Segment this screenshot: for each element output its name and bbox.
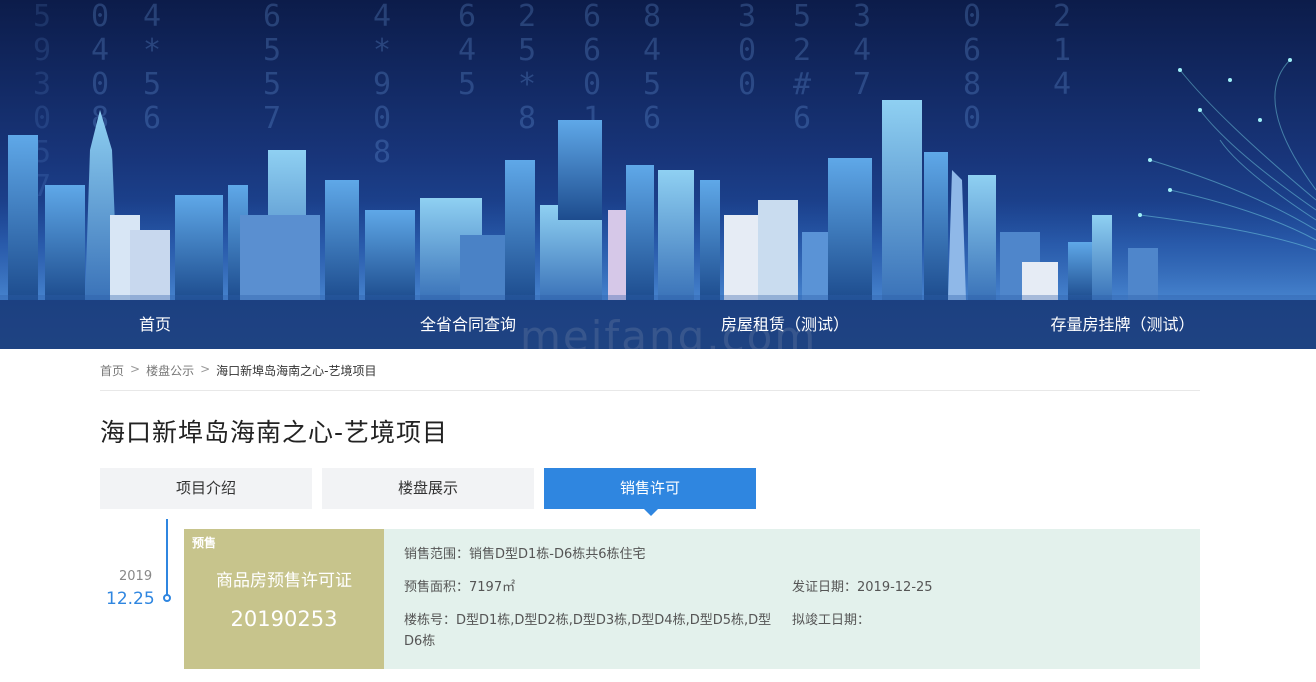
tab-property-display[interactable]: 楼盘展示 [322, 468, 534, 509]
breadcrumb-current: 海口新埠岛海南之心-艺境项目 [216, 364, 377, 378]
timeline-date: 12.25 [106, 589, 155, 609]
main-nav: 首页 全省合同查询 房屋租赁（测试） 存量房挂牌（测试） [0, 300, 1316, 349]
breadcrumb: 首页 > 楼盘公示 > 海口新埠岛海南之心-艺境项目 [100, 362, 377, 379]
breadcrumb-section[interactable]: 楼盘公示 [146, 362, 194, 379]
permit-detail-panel: 销售范围：销售D型D1栋-D6栋共6栋住宅 预售面积：7197㎡ 发证日期：20… [384, 529, 1200, 669]
timeline-dot [163, 594, 171, 602]
tab-sales-permit[interactable]: 销售许可 [544, 468, 756, 516]
city-skyline-illustration [0, 58, 1316, 349]
nav-item-contract-query[interactable]: 全省合同查询 [398, 300, 538, 349]
permit-presale-area: 预售面积：7197㎡ [404, 580, 516, 595]
permit-summary-panel: 预售 商品房预售许可证 20190253 [184, 529, 384, 669]
timeline-line [166, 519, 168, 597]
permit-completion-date: 拟竣工日期： [792, 613, 871, 628]
breadcrumb-separator: > [200, 362, 211, 376]
tab-project-intro[interactable]: 项目介绍 [100, 468, 312, 509]
breadcrumb-separator: > [130, 362, 141, 376]
page-title: 海口新埠岛海南之心-艺境项目 [100, 418, 449, 447]
permit-number: 20190253 [230, 607, 338, 631]
timeline-year: 2019 [119, 569, 153, 584]
permit-tag: 预售 [192, 536, 217, 550]
permit-issue-date: 发证日期：2019-12-25 [792, 580, 933, 595]
nav-item-home[interactable]: 首页 [95, 300, 215, 349]
permit-sale-scope: 销售范围：销售D型D1栋-D6栋共6栋住宅 [404, 547, 646, 562]
nav-item-stock-listing[interactable]: 存量房挂牌（测试） [1040, 300, 1205, 349]
divider [100, 390, 1200, 391]
permit-type: 商品房预售许可证 [216, 571, 352, 591]
breadcrumb-home[interactable]: 首页 [100, 362, 124, 379]
nav-item-house-rental[interactable]: 房屋租赁（测试） [705, 300, 865, 349]
permit-buildings: 楼栋号：D型D1栋,D型D2栋,D型D3栋,D型D4栋,D型D5栋,D型D6栋 [404, 613, 772, 649]
header-banner: 5 9 3 0 5 7 0 4 0 8 2 4 * 5 6 6 5 5 7 4 … [0, 0, 1316, 349]
